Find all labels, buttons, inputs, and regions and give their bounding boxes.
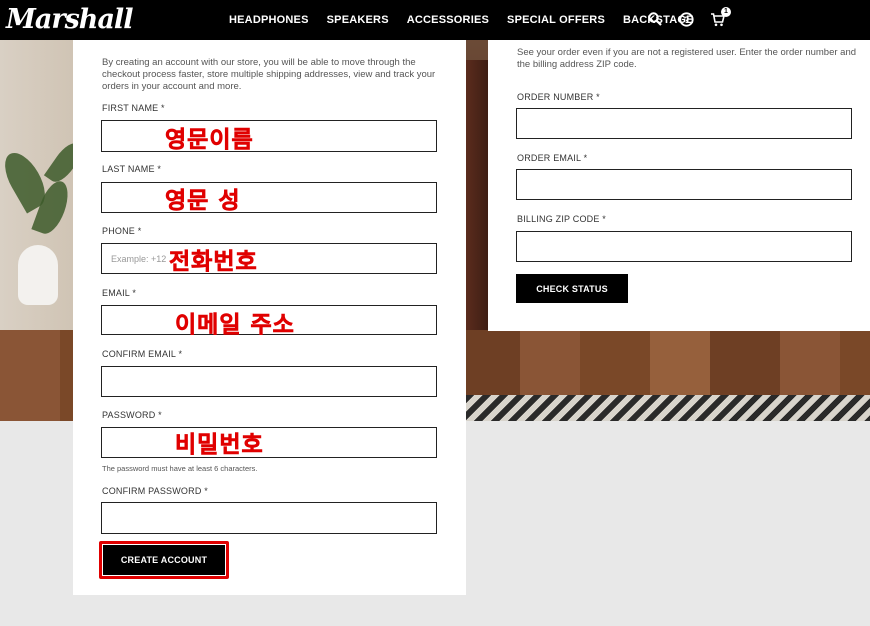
order-email-input[interactable]	[516, 169, 852, 200]
email-label: EMAIL *	[102, 288, 137, 298]
main-nav: HEADPHONES SPEAKERS ACCESSORIES SPECIAL …	[229, 0, 712, 40]
create-account-description: By creating an account with our store, y…	[102, 57, 436, 92]
marshall-logo[interactable]: Marshall	[6, 4, 133, 35]
password-input[interactable]	[101, 427, 437, 458]
annotation-email: 이메일 주소	[175, 312, 295, 339]
annotation-last-name: 영문 성	[165, 188, 241, 215]
confirm-email-input[interactable]	[101, 366, 437, 397]
rug	[466, 395, 870, 421]
cart-count-badge: 1	[721, 7, 731, 17]
order-status-panel: See your order even if you are not a reg…	[488, 40, 870, 331]
create-account-panel: By creating an account with our store, y…	[73, 40, 466, 595]
nav-special-offers[interactable]: SPECIAL OFFERS	[507, 14, 605, 26]
confirm-password-label: CONFIRM PASSWORD *	[102, 486, 208, 496]
site-header: Marshall HEADPHONES SPEAKERS ACCESSORIES…	[0, 0, 870, 40]
create-account-button[interactable]: CREATE ACCOUNT	[103, 545, 225, 575]
annotation-first-name: 영문이름	[165, 127, 254, 154]
password-hint: The password must have at least 6 charac…	[102, 464, 258, 473]
phone-placeholder: Example: +12	[111, 253, 167, 264]
phone-input[interactable]: Example: +12	[101, 243, 437, 274]
confirm-email-label: CONFIRM EMAIL *	[102, 349, 183, 359]
search-icon[interactable]	[648, 12, 664, 28]
annotation-phone: 전화번호	[169, 249, 258, 276]
order-status-description: See your order even if you are not a reg…	[517, 47, 857, 70]
order-email-label: ORDER EMAIL *	[517, 153, 588, 163]
order-number-label: ORDER NUMBER *	[517, 92, 600, 102]
password-label: PASSWORD *	[102, 410, 162, 420]
billing-zip-label: BILLING ZIP CODE *	[517, 214, 606, 224]
billing-zip-input[interactable]	[516, 231, 852, 262]
cart-icon[interactable]: 1	[710, 7, 731, 28]
first-name-input[interactable]	[101, 120, 437, 152]
phone-label: PHONE *	[102, 226, 142, 236]
check-status-button[interactable]: CHECK STATUS	[516, 274, 628, 303]
order-number-input[interactable]	[516, 108, 852, 139]
first-name-label: FIRST NAME *	[102, 103, 165, 113]
confirm-password-input[interactable]	[101, 502, 437, 534]
nav-accessories[interactable]: ACCESSORIES	[407, 14, 489, 26]
help-icon[interactable]: ?	[679, 12, 695, 28]
nav-headphones[interactable]: HEADPHONES	[229, 14, 309, 26]
plant-pot	[18, 245, 58, 305]
last-name-input[interactable]	[101, 182, 437, 213]
svg-text:?: ?	[684, 15, 690, 25]
annotation-password: 비밀번호	[175, 432, 264, 459]
nav-speakers[interactable]: SPEAKERS	[327, 14, 389, 26]
last-name-label: LAST NAME *	[102, 164, 162, 174]
background-shelf	[466, 60, 488, 330]
